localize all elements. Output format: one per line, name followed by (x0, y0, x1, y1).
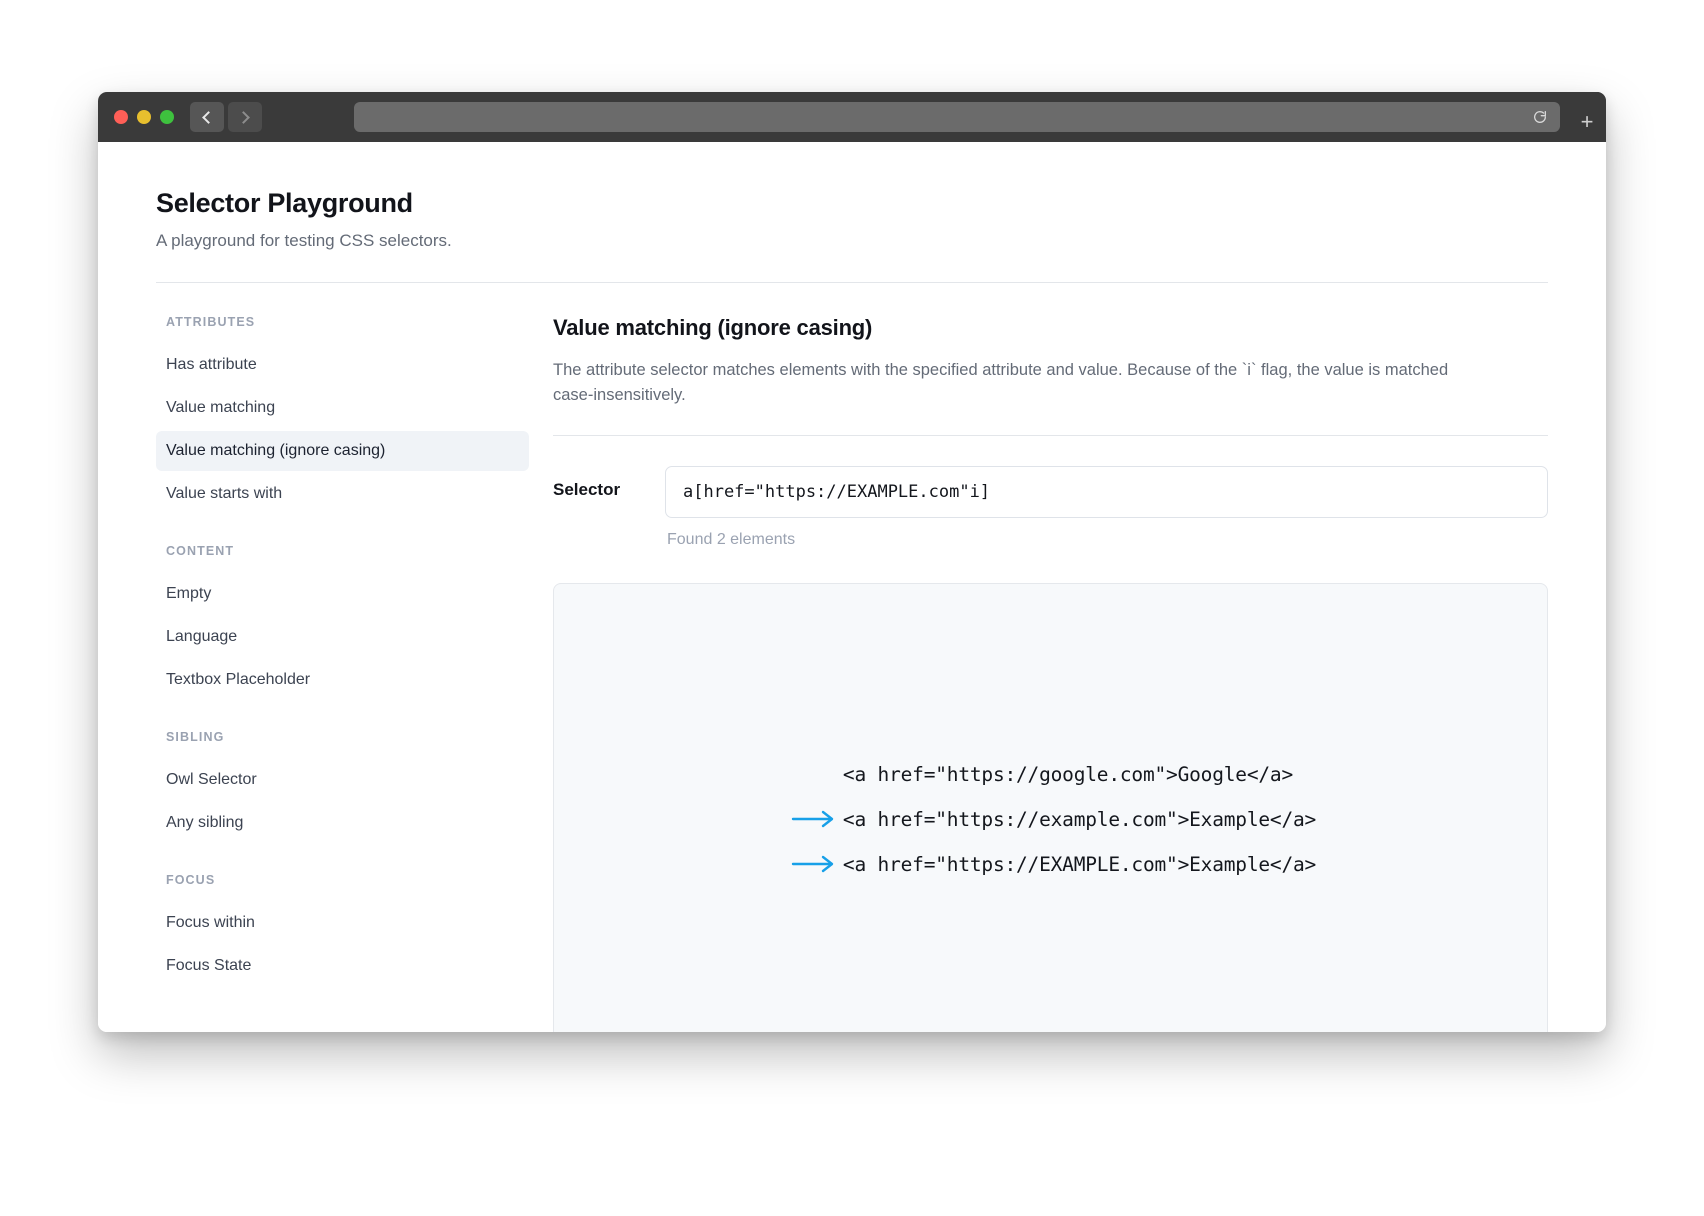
page-content: Selector Playground A playground for tes… (98, 142, 1606, 1032)
header-divider (156, 282, 1548, 283)
browser-titlebar: + (98, 92, 1606, 142)
content-area: ATTRIBUTES Has attribute Value matching Val… (156, 315, 1548, 1032)
sidebar-item-empty[interactable]: Empty (156, 574, 529, 614)
reload-icon[interactable] (1532, 109, 1548, 125)
sidebar-group: SIBLING Owl Selector Any sibling (156, 730, 529, 843)
navigation-buttons (190, 102, 262, 132)
sidebar-item-textbox-placeholder[interactable]: Textbox Placeholder (156, 660, 529, 700)
match-arrow-icon (785, 809, 843, 829)
match-arrow-icon (785, 854, 843, 874)
sidebar-item-value-matching-ignore-casing[interactable]: Value matching (ignore casing) (156, 431, 529, 471)
new-tab-button[interactable]: + (1568, 92, 1606, 142)
code-text: <a href="https://EXAMPLE.com">Example</a… (842, 852, 1317, 876)
sidebar-nav: ATTRIBUTES Has attribute Value matching Val… (156, 315, 549, 1032)
sidebar-group: FOCUS Focus within Focus State (156, 873, 529, 986)
code-sample-list: <a href="https://google.com">Google</a> <… (785, 759, 1316, 879)
sidebar-item-value-starts-with[interactable]: Value starts with (156, 474, 529, 514)
code-line: <a href="https://EXAMPLE.com">Example</a… (785, 849, 1316, 879)
window-controls (114, 110, 174, 124)
sidebar-item-language[interactable]: Language (156, 617, 529, 657)
maximize-window-button[interactable] (160, 110, 174, 124)
sidebar-group-heading: ATTRIBUTES (166, 315, 256, 329)
page-subtitle: A playground for testing CSS selectors. (156, 231, 452, 250)
selector-label: Selector (553, 480, 621, 500)
sidebar-item-owl-selector[interactable]: Owl Selector (156, 760, 529, 800)
minimize-window-button[interactable] (137, 110, 151, 124)
sidebar-group: CONTENT Empty Language Textbox Placeholder (156, 544, 529, 700)
section-description: The attribute selector matches elements … (553, 361, 1449, 405)
browser-window: + Selector Playground A playground for t… (98, 92, 1606, 1032)
selector-input[interactable] (665, 466, 1548, 519)
sidebar-item-any-sibling[interactable]: Any sibling (156, 803, 529, 843)
preview-panel: <a href="https://google.com">Google</a> <… (553, 583, 1548, 1032)
sidebar-group-heading: SIBLING (166, 730, 225, 744)
close-window-button[interactable] (114, 110, 128, 124)
code-text: <a href="https://google.com">Google</a> (842, 762, 1293, 786)
section-divider (553, 435, 1548, 437)
code-line: <a href="https://google.com">Google</a> (785, 759, 1316, 789)
screenshot-root: + Selector Playground A playground for t… (0, 0, 1704, 1216)
code-line: <a href="https://example.com">Example</a… (785, 804, 1316, 834)
page-title: Selector Playground (156, 188, 413, 218)
selector-result-count: Found 2 elements (667, 531, 796, 549)
chevron-right-icon (237, 110, 250, 124)
sidebar-group-heading: FOCUS (166, 873, 216, 887)
selector-field-wrapper: Found 2 elements (665, 466, 1548, 549)
forward-button[interactable] (228, 102, 262, 132)
section-title: Value matching (ignore casing) (553, 315, 873, 340)
sidebar-group-heading: CONTENT (166, 544, 235, 558)
sidebar-item-focus-within[interactable]: Focus within (156, 903, 529, 943)
selector-row: Selector Found 2 elements (553, 466, 1548, 549)
sidebar-item-has-attribute[interactable]: Has attribute (156, 345, 529, 385)
address-bar[interactable] (354, 102, 1560, 132)
back-button[interactable] (190, 102, 224, 132)
sidebar-item-focus-state[interactable]: Focus State (156, 946, 529, 986)
code-text: <a href="https://example.com">Example</a… (842, 807, 1317, 831)
main-panel: Value matching (ignore casing) The attri… (549, 315, 1548, 1032)
sidebar-group: ATTRIBUTES Has attribute Value matching Val… (156, 315, 529, 514)
sidebar-item-value-matching[interactable]: Value matching (156, 388, 529, 428)
chevron-left-icon (202, 110, 215, 124)
